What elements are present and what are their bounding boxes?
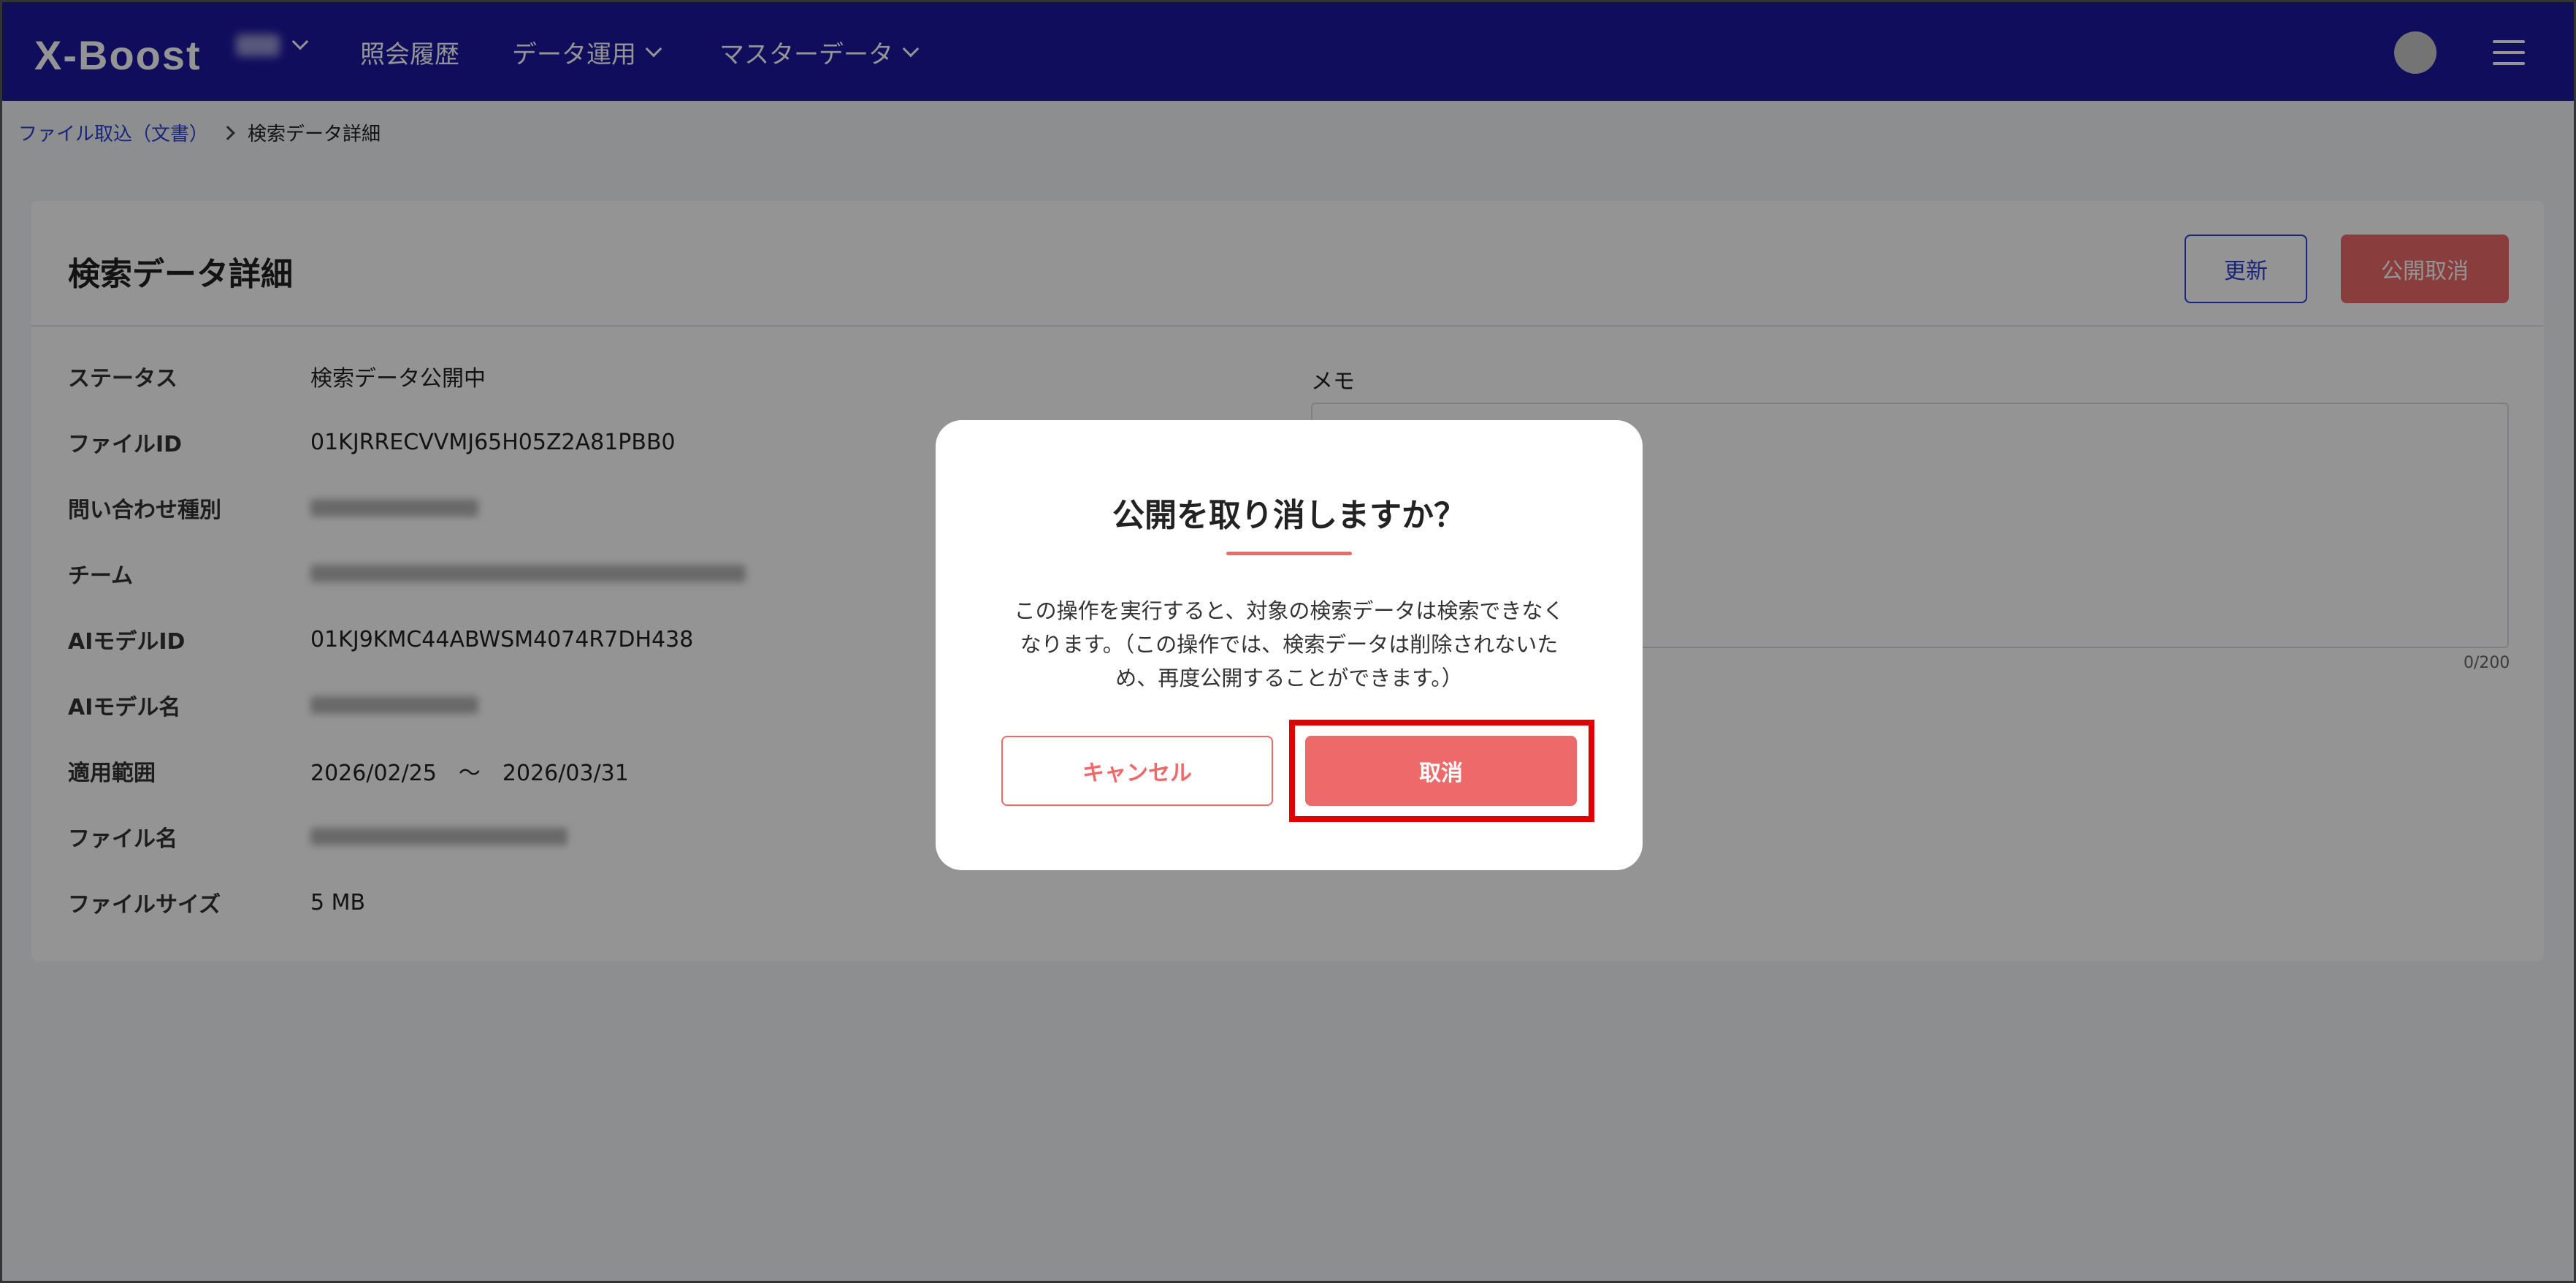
dialog-message-line: この操作を実行すると、対象の検索データは検索できなく <box>1014 598 1564 623</box>
confirm-unpublish-button[interactable]: 取消 <box>1305 736 1577 806</box>
title-accent-line <box>1226 552 1352 555</box>
dialog-message-line: なります。（この操作では、検索データは削除されないた <box>1020 632 1559 657</box>
confirm-unpublish-dialog: 公開を取り消しますか？ この操作を実行すると、対象の検索データは検索できなく な… <box>936 420 1643 870</box>
dialog-title: 公開を取り消しますか？ <box>1112 497 1466 534</box>
app-window: X-Boost 照会履歴 データ運用 マスターデータ ファイル取込（文書） 検索… <box>0 0 2576 1283</box>
dialog-message-line: め、再度公開することができます。） <box>1115 666 1463 690</box>
cancel-button[interactable]: キャンセル <box>1001 736 1273 806</box>
dialog-message: この操作を実行すると、対象の検索データは検索できなく なります。（この操作では、… <box>994 594 1584 695</box>
